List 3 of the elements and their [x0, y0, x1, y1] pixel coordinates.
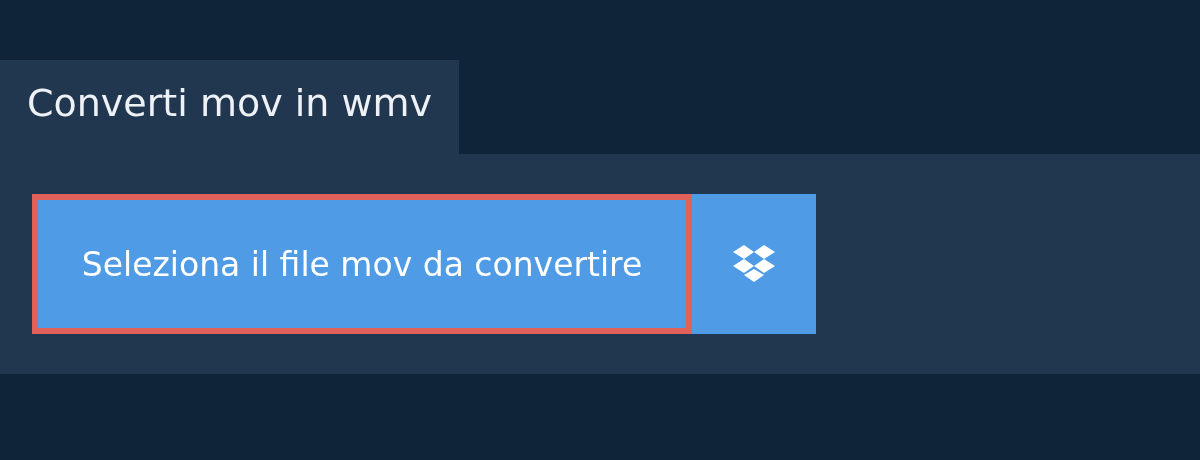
- diamonds-icon: [733, 245, 775, 283]
- converter-tab[interactable]: Converti mov in wmv: [0, 60, 460, 154]
- cloud-storage-button[interactable]: [692, 194, 816, 334]
